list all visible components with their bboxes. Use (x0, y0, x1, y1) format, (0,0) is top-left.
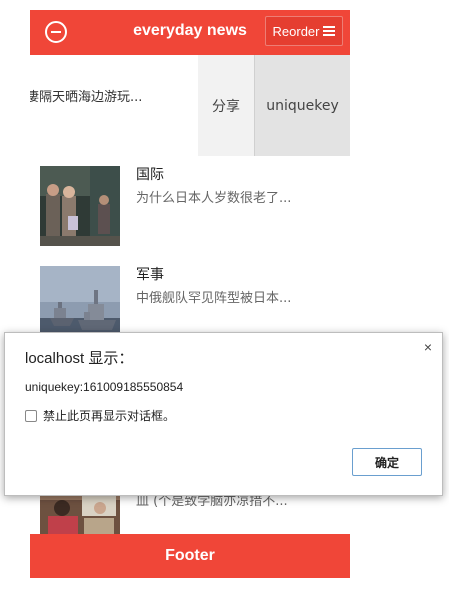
reorder-button[interactable]: Reorder (265, 16, 343, 46)
suppress-dialogs-option[interactable]: 禁止此页再显示对话框。 (25, 407, 175, 424)
suppress-dialogs-checkbox[interactable] (25, 409, 37, 422)
swiped-list-item[interactable]: 凄隔天晒海边游玩... 分享 uniquekey (30, 55, 350, 157)
list-item[interactable]: 国际 为什么日本人岁数很老了... (30, 156, 350, 257)
alert-dialog: localhost 显示： × uniquekey:16100918555085… (4, 332, 443, 496)
close-icon[interactable]: × (424, 339, 432, 355)
remove-circle-icon[interactable] (45, 21, 67, 43)
news-thumbnail (40, 166, 120, 246)
swiped-item-text: 凄隔天晒海边游玩... (30, 90, 143, 105)
news-category: 国际 (136, 167, 164, 183)
ok-button[interactable]: 确定 (352, 448, 422, 476)
suppress-dialogs-label: 禁止此页再显示对话框。 (43, 409, 176, 423)
news-summary: 中俄舰队罕见阵型被日本... (136, 291, 292, 306)
news-category: 军事 (136, 267, 164, 283)
dialog-message: uniquekey:161009185550854 (25, 380, 184, 394)
hamburger-icon (323, 26, 336, 36)
share-button[interactable]: 分享 (198, 55, 254, 156)
reorder-label: Reorder (272, 23, 320, 39)
uniquekey-button[interactable]: uniquekey (254, 55, 350, 156)
dialog-title: localhost 显示： (25, 350, 134, 367)
app-title: everyday news (133, 22, 247, 39)
news-summary: 为什么日本人岁数很老了... (136, 191, 292, 206)
app-header: everyday news Reorder (30, 10, 350, 55)
app-footer: Footer (30, 534, 350, 578)
